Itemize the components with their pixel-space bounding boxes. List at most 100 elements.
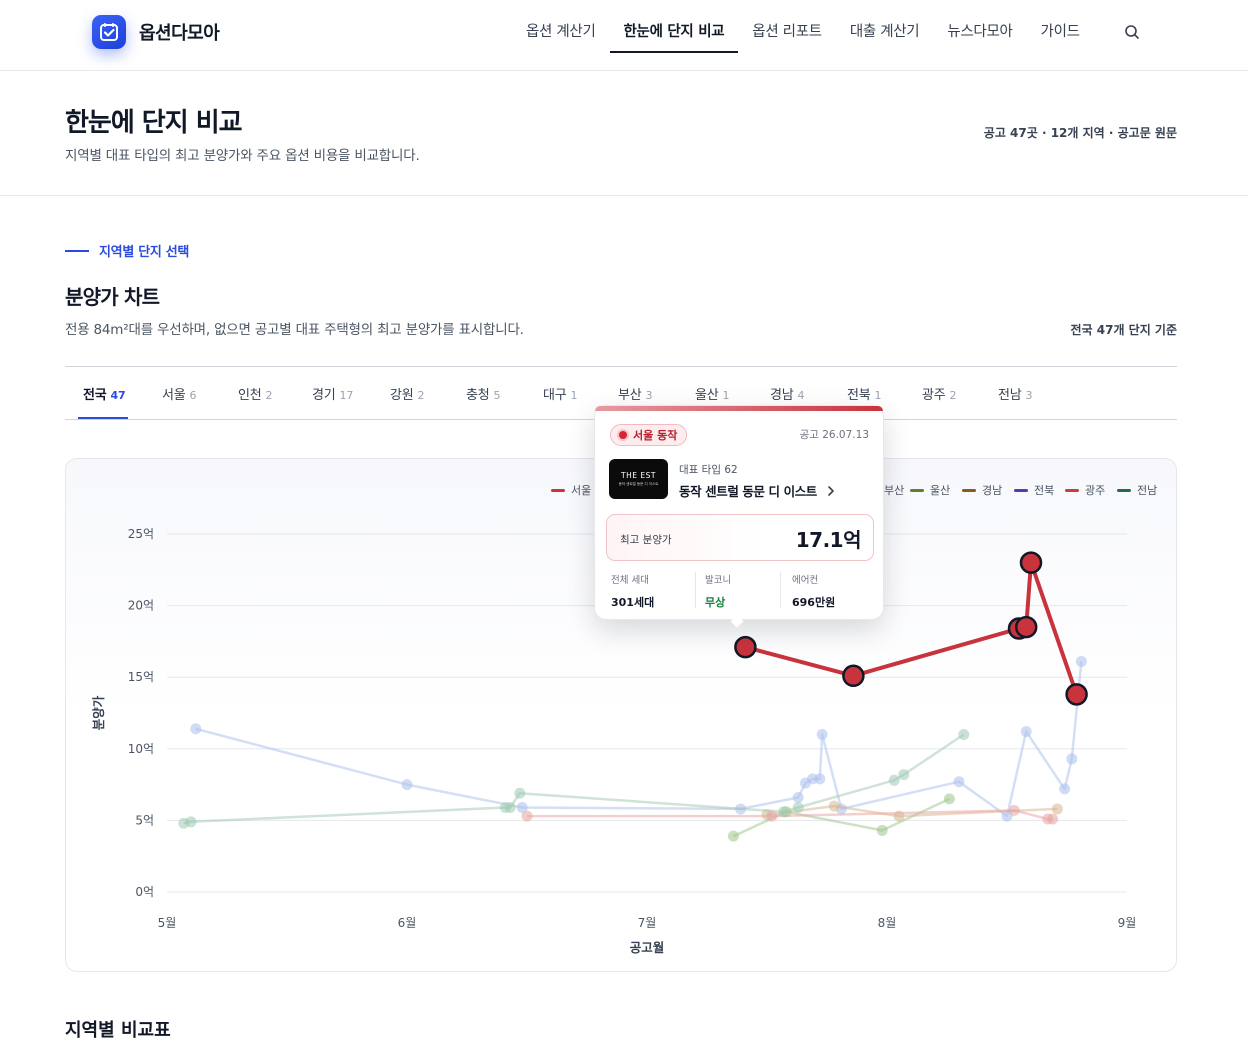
stat-label: 전체 세대 [611,575,649,586]
stat-value: 301세대 [611,596,655,609]
tab-busan[interactable]: 부산 3 [618,384,653,403]
region-badge-label: 서울 동작 [633,429,678,442]
stat-label: 발코니 [705,575,732,586]
data-point [816,728,828,740]
complex-name: 동작 센트럴 동문 디 이스트 [679,484,817,499]
data-point [185,816,197,828]
tab-count: 1 [874,389,882,402]
data-point [842,664,865,688]
section-meta: 전국 47개 단지 기준 [1070,323,1177,337]
nav-news[interactable]: 뉴스다모아 [933,20,1026,53]
max-price-value: 17.1억 [795,528,862,552]
tab-label: 전북 [847,388,871,403]
nav-guide[interactable]: 가이드 [1027,20,1094,53]
tab-gwangju[interactable]: 광주 2 [922,384,957,403]
legend-swatch [910,488,924,492]
stat-aircon: 에어컨 696만원 [792,572,835,610]
x-axis-title: 공고월 [630,940,665,955]
tab-chungcheong[interactable]: 충청 5 [466,384,501,403]
data-point [898,769,910,781]
tab-label: 부산 [618,388,642,403]
legend-swatch [1014,488,1028,492]
data-point [1047,813,1059,825]
legend-label: 경남 [982,484,1003,497]
y-tick-label: 15억 [128,670,154,684]
data-point [504,802,516,814]
tab-jeonbuk[interactable]: 전북 1 [847,384,882,403]
x-tick-label: 6월 [398,916,417,930]
data-point [521,810,533,822]
stat-households: 전체 세대 301세대 [611,572,654,610]
data-point [792,802,804,814]
data-point [778,806,790,818]
tab-label: 경기 [312,388,336,403]
legend-item-gyeongnam[interactable]: 경남 [962,482,1002,498]
y-tick-label: 0억 [135,885,154,899]
active-tab-indicator [78,417,128,419]
legend-item-gwangju[interactable]: 광주 [1065,482,1105,498]
tab-count: 2 [949,389,957,402]
complex-logo-thumbnail: THE EST 동작 센트럴 동문 디 이스트 [609,459,668,499]
tab-jeonnam[interactable]: 전남 3 [998,384,1033,403]
tab-count: 3 [645,389,653,402]
tab-label: 충청 [466,388,490,403]
nav-option-report[interactable]: 옵션 리포트 [738,20,836,53]
tab-label: 강원 [390,388,414,403]
tab-count: 5 [493,389,501,402]
tab-ulsan[interactable]: 울산 1 [695,384,730,403]
max-price-box: 최고 분양가 17.1억 [606,514,874,561]
top-navigation-bar: 옵션다모아 옵션 계산기 한눈에 단지 비교 옵션 리포트 대출 계산기 뉴스다… [0,0,1248,71]
legend-label: 전남 [1137,484,1158,497]
legend-item-jeonnam[interactable]: 전남 [1117,482,1157,498]
tab-count: 2 [417,389,425,402]
search-icon[interactable] [1123,23,1141,41]
logo-check-icon [92,15,126,49]
legend-item-ulsan[interactable]: 울산 [910,482,950,498]
stat-divider [695,572,696,608]
nav-option-calculator[interactable]: 옵션 계산기 [512,20,610,53]
legend-item-seoul[interactable]: 서울 [551,482,591,498]
nav-complex-compare[interactable]: 한눈에 단지 비교 [609,20,739,53]
legend-item-jeonbuk[interactable]: 전북 [1014,482,1054,498]
section-title: 분양가 차트 [65,285,160,309]
tab-gyeongnam[interactable]: 경남 4 [770,384,805,403]
max-price-label: 최고 분양가 [620,534,672,546]
page-meta: 공고 47곳 · 12개 지역 · 공고문 원문 [983,126,1177,140]
chevron-right-icon [828,486,834,496]
tab-incheon[interactable]: 인천 2 [238,384,273,403]
data-point [727,830,739,842]
tab-daegu[interactable]: 대구 1 [543,384,578,403]
page-header: 한눈에 단지 비교 지역별 대표 타입의 최고 분양가와 주요 옵션 비용을 비… [0,71,1248,196]
legend-label: 서울 [571,484,592,497]
complex-name-link[interactable]: 동작 센트럴 동문 디 이스트 [679,481,837,500]
tab-label: 전남 [998,388,1022,403]
data-point [888,774,900,786]
data-point [190,723,202,735]
tab-count: 1 [570,389,578,402]
eyebrow-text: 지역별 단지 선택 [99,245,190,260]
data-point [734,635,757,659]
tab-gyeonggi[interactable]: 경기 17 [312,384,353,403]
legend-swatch [1065,488,1079,492]
tab-seoul[interactable]: 서울 6 [162,384,197,403]
page-title: 한눈에 단지 비교 [65,108,243,138]
tab-label: 서울 [162,388,186,403]
data-point [1008,804,1020,816]
data-point [1059,783,1071,795]
section-description: 전용 84m²대를 우선하며, 없으면 공고별 대표 주택형의 최고 분양가를 … [65,322,524,338]
nav-loan-calculator[interactable]: 대출 계산기 [836,20,934,53]
tab-label: 인천 [238,388,262,403]
data-point [514,787,526,799]
logo[interactable]: 옵션다모아 [92,15,220,49]
data-point [828,800,840,812]
x-tick-label: 5월 [158,916,177,930]
tab-nationwide[interactable]: 전국 47 [83,384,126,403]
data-point [953,776,965,788]
data-point [1019,551,1043,574]
tab-gangwon[interactable]: 강원 2 [390,384,425,403]
data-point [814,773,826,785]
data-point [1014,615,1038,639]
tab-label: 광주 [922,388,946,403]
page-subtitle: 지역별 대표 타입의 최고 분양가와 주요 옵션 비용을 비교합니다. [65,148,420,164]
data-point [792,791,804,803]
